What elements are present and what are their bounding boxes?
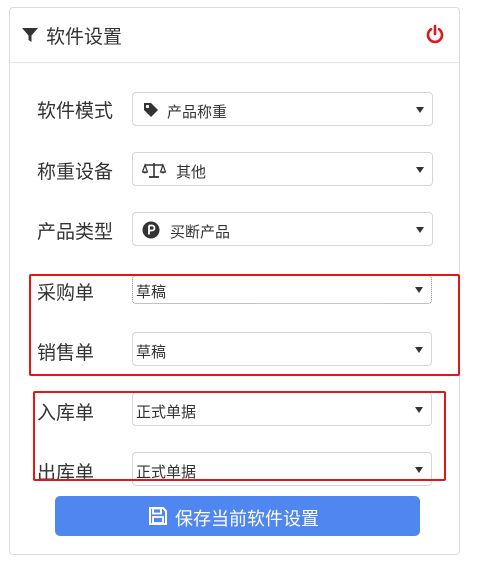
panel-title: 软件设置 <box>46 26 123 48</box>
product-type-label: 产品类型 <box>37 221 114 243</box>
software-mode-select[interactable]: 产品称重 <box>132 92 433 126</box>
product-type-value: 买断产品 <box>170 223 231 241</box>
save-settings-label: 保存当前软件设置 <box>175 509 319 530</box>
weighing-device-select[interactable]: 其他 <box>132 152 433 186</box>
chevron-down-icon <box>416 167 424 173</box>
weighing-device-value: 其他 <box>176 163 207 181</box>
chevron-down-icon <box>416 107 424 113</box>
scale-icon <box>142 163 166 178</box>
filter-icon <box>22 28 38 42</box>
save-settings-button[interactable]: 保存当前软件设置 <box>55 496 420 536</box>
software-mode-value: 产品称重 <box>167 103 228 121</box>
highlight-box-stock <box>33 391 446 481</box>
weighing-device-label: 称重设备 <box>37 161 114 183</box>
floppy-disk-icon <box>149 507 167 525</box>
p-circle-icon <box>142 221 160 239</box>
power-icon[interactable] <box>425 24 445 44</box>
software-mode-label: 软件模式 <box>37 100 114 122</box>
product-type-select[interactable]: 买断产品 <box>132 212 433 246</box>
tag-icon <box>144 103 158 117</box>
chevron-down-icon <box>416 227 424 233</box>
panel-header: 软件设置 <box>10 8 459 63</box>
highlight-box-orders <box>29 274 460 376</box>
